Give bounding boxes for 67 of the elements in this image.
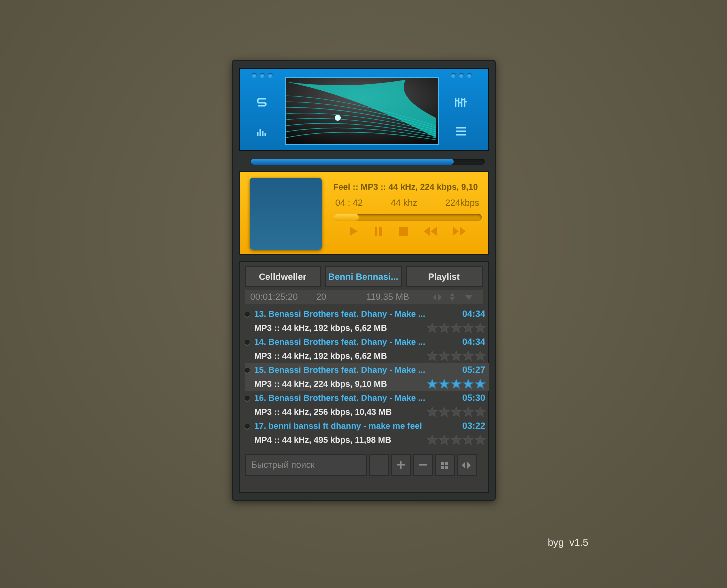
track-bullet-icon xyxy=(244,368,250,372)
play-icon[interactable] xyxy=(349,227,358,236)
track-info: MP3 :: 44 kHz, 192 kbps, 6,62 MB xyxy=(254,351,388,361)
filled-star-icon[interactable] xyxy=(474,378,486,390)
filled-star-icon[interactable] xyxy=(462,378,474,390)
track-title: Feel :: MP3 :: 44 kHz, 224 kbps, 9,10 xyxy=(334,182,480,192)
window-dot[interactable] xyxy=(466,73,472,78)
track-title: 13. Benassi Brothers feat. Dhany - Make ... xyxy=(254,309,426,319)
add-button[interactable] xyxy=(390,454,410,476)
bitrate: 224kbps xyxy=(445,198,480,208)
track-duration: 04:34 xyxy=(461,309,486,319)
sliders-icon[interactable] xyxy=(455,98,467,107)
grid-button[interactable] xyxy=(434,454,454,476)
filled-star-icon[interactable] xyxy=(426,378,438,390)
filled-star-icon[interactable] xyxy=(450,378,462,390)
track-bullet-icon xyxy=(244,340,250,344)
playlist-tab[interactable]: Playlist xyxy=(406,266,483,287)
track-info: MP3 :: 44 kHz, 192 kbps, 6,62 MB xyxy=(254,323,388,333)
track-duration: 03:22 xyxy=(461,421,486,431)
grid-icon xyxy=(441,462,448,468)
seek-track[interactable] xyxy=(334,214,482,221)
swap-button[interactable] xyxy=(456,454,476,476)
plus-icon xyxy=(396,461,404,469)
playlist-row[interactable]: 17. benni banssi ft dhanny - make me feel 03:22 MP4 :: 44 kHz, 495 kbps, 11,98 MB xyxy=(244,419,489,447)
playlist-tab[interactable]: Benni Bennasi... xyxy=(325,266,402,287)
track-title: 15. Benassi Brothers feat. Dhany - Make ... xyxy=(254,365,426,375)
repeat-icon[interactable] xyxy=(257,98,267,107)
version-label: byg v1.5 xyxy=(548,538,589,549)
filled-star-icon[interactable] xyxy=(438,378,450,390)
playlist-row[interactable]: 15. Benassi Brothers feat. Dhany - Make ... 05:27 MP3 :: 44 kHz, 224 kbps, 9,10 MB xyxy=(244,363,489,391)
playlist-row[interactable]: 16. Benassi Brothers feat. Dhany - Make ... 05:30 MP3 :: 44 kHz, 256 kbps, 10,43 MB xyxy=(244,391,489,419)
track-bullet-icon xyxy=(244,312,250,316)
left-right-arrows-icon xyxy=(462,462,471,468)
track-count: 20 xyxy=(316,292,328,302)
track-title: 17. benni banssi ft dhanny - make me feel xyxy=(254,421,424,431)
window-dot[interactable] xyxy=(268,73,272,78)
stop-icon[interactable] xyxy=(398,227,408,236)
track-bullet-icon xyxy=(244,424,250,428)
track-bullet-icon xyxy=(244,396,250,400)
track-info: MP3 :: 44 kHz, 224 kbps, 9,10 MB xyxy=(254,379,388,389)
window-dot[interactable] xyxy=(252,73,256,78)
fast-forward-icon[interactable] xyxy=(452,227,466,236)
photo-placeholder xyxy=(250,178,322,250)
track-title: 16. Benassi Brothers feat. Dhany - Make ... xyxy=(254,393,426,403)
playlist-tab[interactable]: Celldweller xyxy=(244,266,322,287)
menu-icon[interactable] xyxy=(456,127,466,136)
window-dot[interactable] xyxy=(450,73,456,78)
track-info: MP4 :: 44 kHz, 495 kbps, 11,98 MB xyxy=(254,435,393,445)
elapsed-time: 04 : 42 xyxy=(336,198,364,208)
window-dot[interactable] xyxy=(458,73,464,78)
equalizer-icon[interactable] xyxy=(256,127,268,136)
track-duration: 04:34 xyxy=(461,337,486,347)
total-time: 00:01:25:20 xyxy=(250,292,300,302)
track-info: MP3 :: 44 kHz, 256 kbps, 10,43 MB xyxy=(254,407,393,417)
pause-icon[interactable] xyxy=(374,227,384,236)
total-size: 119,35 MB xyxy=(366,292,410,302)
track-duration: 05:27 xyxy=(461,365,486,375)
playlist-row[interactable]: 14. Benassi Brothers feat. Dhany - Make ... 04:34 MP3 :: 44 kHz, 192 kbps, 6,62 MB xyxy=(244,335,489,363)
track-title: 14. Benassi Brothers feat. Dhany - Make ... xyxy=(254,337,426,347)
minus-icon xyxy=(418,464,426,466)
sample-rate: 44 khz xyxy=(390,198,418,208)
search-field[interactable]: Быстрый поиск xyxy=(244,454,366,476)
window-dot[interactable] xyxy=(260,73,264,78)
rewind-icon[interactable] xyxy=(424,227,437,236)
playlist-row[interactable]: 13. Benassi Brothers feat. Dhany - Make ... 04:34 MP3 :: 44 kHz, 192 kbps, 6,62 MB xyxy=(244,307,489,335)
track-duration: 05:30 xyxy=(461,393,486,403)
remove-button[interactable] xyxy=(412,454,432,476)
